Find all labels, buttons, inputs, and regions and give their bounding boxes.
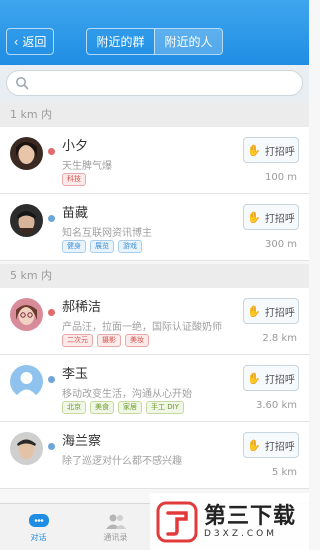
tab-label: 对话 (30, 532, 47, 542)
wave-icon: ✋ (247, 304, 261, 318)
interest-tag: 科技 (62, 173, 86, 186)
interest-tag: 健身 (62, 240, 86, 253)
chevron-left-icon: ‹ (13, 34, 19, 49)
site-logo (156, 501, 198, 542)
male-icon (48, 376, 55, 383)
tag-list: 科技 (62, 173, 86, 186)
watermark-title: 第三下载 (204, 503, 297, 529)
distance-label: 5 km (271, 467, 297, 478)
say-hello-button[interactable]: ✋ 打招呼 (243, 298, 299, 324)
search-icon (16, 77, 29, 90)
back-label: 返回 (22, 35, 47, 49)
list-item[interactable]: 郝稀洁 产品汪，拉面一绝，国际认证酸奶师 二次元 摄影 美妆 ✋ 打招呼 2.8… (0, 288, 309, 355)
search-input[interactable] (6, 70, 303, 96)
interest-tag: 摄影 (97, 334, 121, 347)
wave-icon: ✋ (247, 371, 261, 385)
say-hello-label: 打招呼 (264, 441, 295, 453)
say-hello-label: 打招呼 (264, 146, 295, 158)
person-signature: 除了巡逻对什么都不感兴趣 (62, 456, 182, 467)
list-item[interactable]: 海兰察 除了巡逻对什么都不感兴趣 ✋ 打招呼 5 km (0, 422, 309, 489)
avatar (10, 298, 43, 331)
say-hello-label: 打招呼 (264, 213, 295, 225)
person-name: 李玉 (62, 367, 89, 382)
section-header-5km: 5 km 内 (0, 264, 309, 288)
segmented-control: 附近的群 附近的人 (86, 28, 223, 55)
contacts-icon (105, 514, 126, 529)
say-hello-button[interactable]: ✋ 打招呼 (243, 204, 299, 230)
avatar (10, 204, 43, 237)
person-signature: 天生脾气爆 (62, 161, 112, 172)
distance-label: 3.60 km (256, 400, 297, 411)
back-button[interactable]: ‹ 返回 (6, 28, 54, 55)
person-name: 海兰察 (62, 434, 102, 449)
list-item[interactable]: 苗藏 知名互联网资讯博主 健身 展览 游戏 ✋ 打招呼 300 m (0, 194, 309, 261)
list-item[interactable]: 小夕 天生脾气爆 科技 ✋ 打招呼 100 m (0, 127, 309, 194)
tag-list: 二次元 摄影 美妆 (62, 334, 149, 347)
interest-tag: 北京 (62, 401, 86, 414)
wave-icon: ✋ (247, 210, 261, 224)
interest-tag: 展览 (90, 240, 114, 253)
list-item[interactable]: 李玉 移动改变生活，沟通从心开始 北京 美食 家居 手工 DIY ✋ 打招呼 3… (0, 355, 309, 422)
tab-nearby-people[interactable]: 附近的人 (154, 29, 222, 54)
tag-list: 北京 美食 家居 手工 DIY (62, 401, 184, 414)
say-hello-label: 打招呼 (264, 374, 295, 386)
distance-label: 2.8 km (262, 333, 297, 344)
wave-icon: ✋ (247, 143, 261, 157)
female-icon (48, 309, 55, 316)
chat-icon (28, 513, 49, 527)
avatar (10, 432, 43, 465)
interest-tag: 美妆 (125, 334, 149, 347)
person-name: 郝稀洁 (62, 300, 102, 315)
tag-list: 健身 展览 游戏 (62, 240, 142, 253)
tab-contacts[interactable]: 通讯录 (77, 504, 154, 550)
say-hello-button[interactable]: ✋ 打招呼 (243, 432, 299, 458)
distance-label: 300 m (264, 239, 297, 250)
tab-label: 通讯录 (103, 532, 128, 542)
wave-icon: ✋ (247, 438, 261, 452)
person-name: 小夕 (62, 139, 89, 154)
interest-tag: 手工 DIY (146, 401, 184, 414)
watermark-url: D3XZ.COM (204, 528, 277, 539)
say-hello-label: 打招呼 (264, 307, 295, 319)
tab-nearby-groups[interactable]: 附近的群 (87, 29, 154, 54)
avatar (10, 137, 43, 170)
watermark: 第三下载 D3XZ.COM (150, 493, 309, 550)
section-header-1km: 1 km 内 (0, 103, 309, 127)
navigation-bar: ‹ 返回 附近的群 附近的人 (0, 0, 309, 65)
interest-tag: 美食 (90, 401, 114, 414)
interest-tag: 家居 (118, 401, 142, 414)
say-hello-button[interactable]: ✋ 打招呼 (243, 365, 299, 391)
avatar (10, 365, 43, 398)
female-icon (48, 148, 55, 155)
male-icon (48, 215, 55, 222)
tab-chat[interactable]: 对话 (0, 504, 77, 550)
search-bar (0, 65, 309, 103)
person-name: 苗藏 (62, 206, 89, 221)
interest-tag: 游戏 (118, 240, 142, 253)
interest-tag: 二次元 (62, 334, 93, 347)
distance-label: 100 m (264, 172, 297, 183)
male-icon (48, 443, 55, 450)
person-signature: 知名互联网资讯博主 (62, 228, 152, 239)
person-signature: 移动改变生活，沟通从心开始 (62, 389, 192, 400)
person-signature: 产品汪，拉面一绝，国际认证酸奶师 (62, 322, 222, 333)
say-hello-button[interactable]: ✋ 打招呼 (243, 137, 299, 163)
